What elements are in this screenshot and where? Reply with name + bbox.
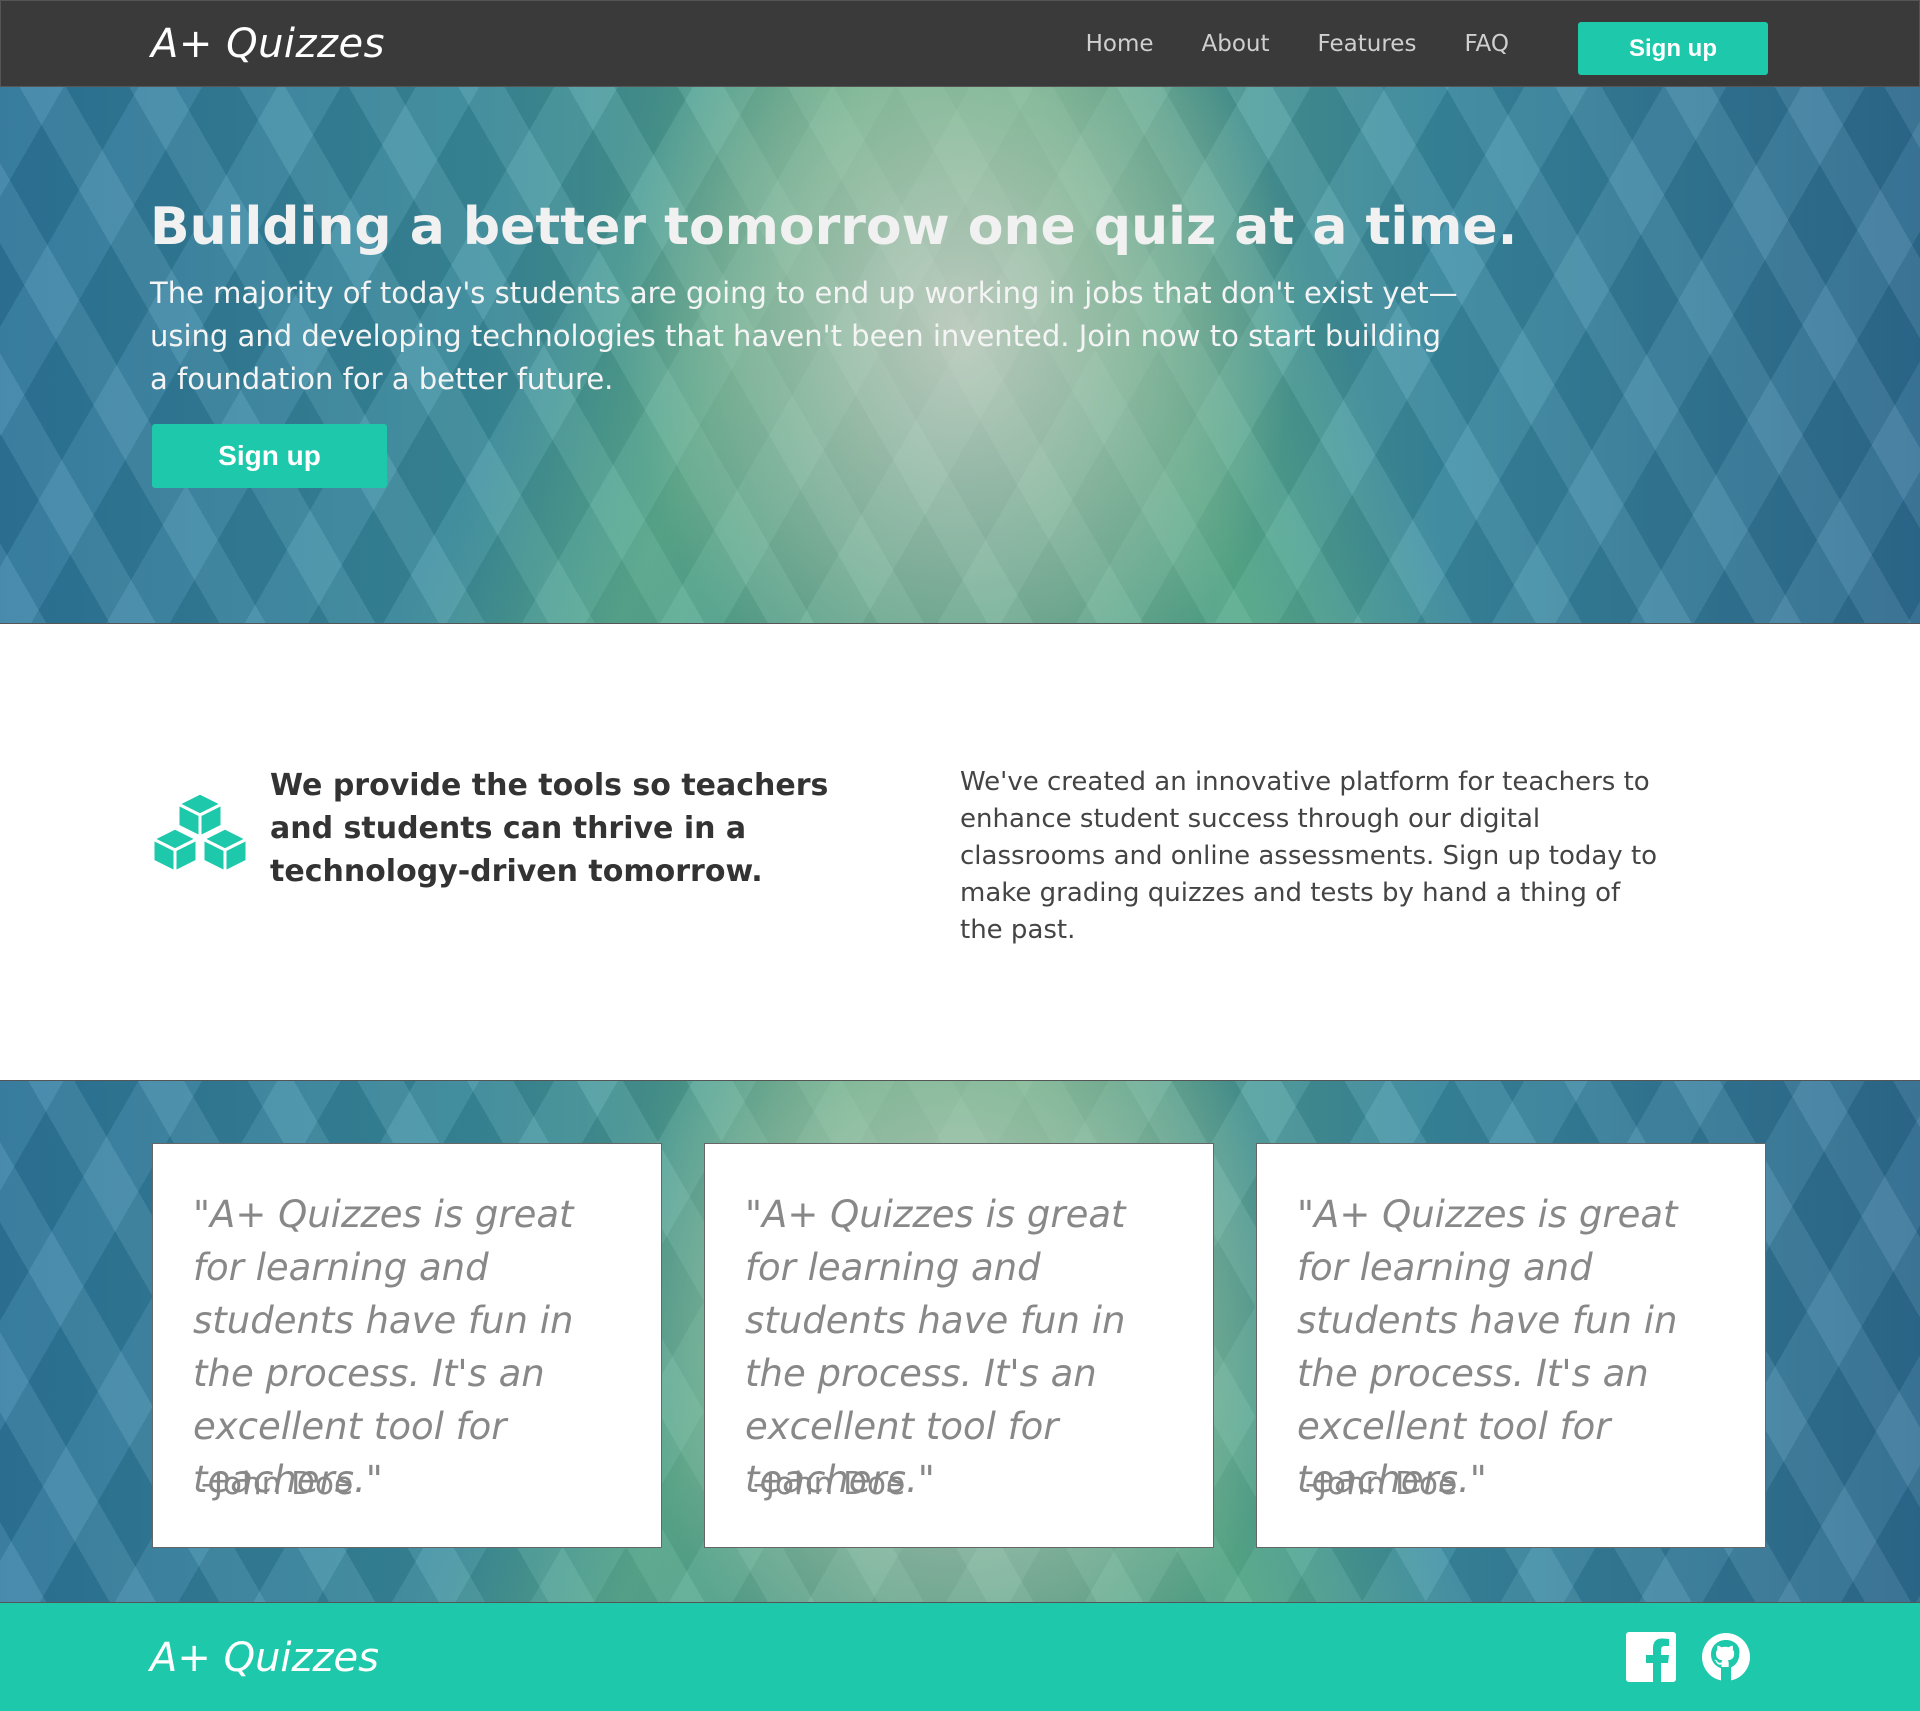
feature-heading: We provide the tools so teachers and stu…: [270, 768, 829, 889]
nav-signup-button[interactable]: Sign up: [1578, 22, 1768, 75]
nav-link-home[interactable]: Home: [1086, 31, 1154, 57]
testimonial-card: "A+ Quizzes is great for learning and st…: [152, 1143, 662, 1548]
nav-link-about[interactable]: About: [1202, 31, 1270, 57]
footer: A+ Quizzes: [0, 1602, 1920, 1711]
hero-text: The majority of today's students are goi…: [150, 276, 1458, 396]
testimonial-quote: "A+ Quizzes is great for learning and st…: [745, 1193, 1126, 1501]
testimonial-card: "A+ Quizzes is great for learning and st…: [704, 1143, 1214, 1548]
cubes-icon: [151, 791, 249, 874]
hero-signup-button[interactable]: Sign up: [152, 424, 387, 488]
testimonial-quote: "A+ Quizzes is great for learning and st…: [1297, 1193, 1678, 1501]
github-icon[interactable]: [1700, 1631, 1752, 1683]
hero-title: Building a better tomorrow one quiz at a…: [150, 197, 1518, 257]
testimonial-author: -John Doe: [1305, 1466, 1458, 1502]
nav-link-faq[interactable]: FAQ: [1464, 31, 1509, 57]
testimonial-author: -John Doe: [201, 1466, 354, 1502]
nav-links: Home About Features FAQ: [1086, 31, 1509, 57]
testimonial-author: -John Doe: [753, 1466, 906, 1502]
hero-section: Building a better tomorrow one quiz at a…: [0, 87, 1920, 624]
footer-brand: A+ Quizzes: [150, 1635, 379, 1681]
nav-link-features[interactable]: Features: [1318, 31, 1417, 57]
feature-section: We provide the tools so teachers and stu…: [0, 624, 1920, 1080]
navbar: A+ Quizzes Home About Features FAQ Sign …: [0, 0, 1920, 87]
testimonial-card: "A+ Quizzes is great for learning and st…: [1256, 1143, 1766, 1548]
testimonials-section: "A+ Quizzes is great for learning and st…: [0, 1080, 1920, 1602]
brand-logo[interactable]: A+ Quizzes: [151, 21, 385, 67]
testimonial-quote: "A+ Quizzes is great for learning and st…: [193, 1193, 574, 1501]
feature-text: We've created an innovative platform for…: [960, 767, 1658, 945]
facebook-icon[interactable]: [1625, 1631, 1677, 1683]
